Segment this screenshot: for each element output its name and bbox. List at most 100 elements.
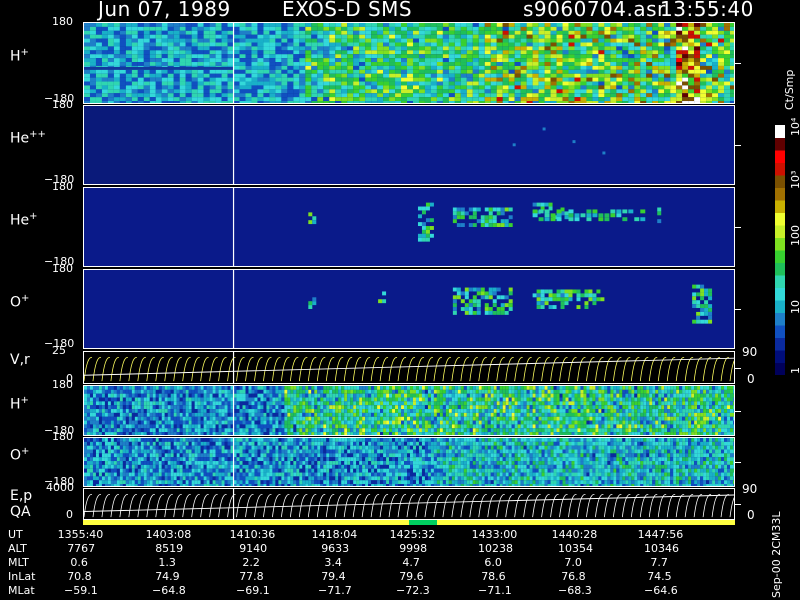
- pixel-cell: [92, 397, 96, 402]
- pixel-cell: [708, 315, 713, 320]
- pixel-cell: [371, 432, 375, 435]
- pixel-cell: [84, 97, 90, 102]
- pixel-cell: [536, 297, 541, 302]
- pixel-cell: [610, 416, 614, 421]
- pixel-cell: [227, 397, 231, 402]
- pixel-cell: [415, 397, 419, 402]
- pixel-cell: [89, 73, 96, 78]
- pixel-cell: [371, 409, 375, 413]
- pixel-cell: [532, 386, 536, 390]
- pixel-cell: [616, 81, 623, 86]
- pixel-cell: [239, 428, 243, 433]
- pixel-cell: [251, 23, 258, 27]
- pixel-cell: [344, 397, 348, 402]
- pixel-cell: [404, 397, 408, 402]
- pixel-cell: [275, 38, 282, 43]
- pixel-cell: [532, 416, 536, 421]
- pixel-cell: [335, 397, 339, 402]
- pixel-cell: [472, 299, 477, 304]
- pixel-cell: [227, 54, 234, 59]
- pixel-cell: [155, 26, 162, 31]
- pixel-cell: [173, 46, 180, 51]
- pixel-cell: [398, 405, 402, 410]
- pixel-cell: [484, 310, 489, 315]
- pixel-cell: [442, 401, 446, 406]
- pixel-cell: [460, 207, 465, 212]
- pixel-cell: [272, 401, 276, 406]
- pixel-cell: [580, 213, 586, 218]
- pixel-cell: [374, 386, 378, 390]
- pixel-cell: [290, 393, 294, 398]
- pixel-cell: [442, 50, 449, 55]
- pixel-cell: [371, 38, 378, 43]
- pixel-cell: [454, 424, 458, 429]
- pixel-cell: [706, 30, 713, 35]
- pixel-cell: [604, 389, 608, 394]
- pixel-cell: [412, 97, 419, 102]
- pixel-cell: [371, 69, 378, 74]
- pixel-cell: [586, 389, 590, 394]
- pixel-cell: [359, 405, 363, 410]
- pixel-cell: [562, 77, 569, 82]
- pixel-cell: [500, 211, 505, 216]
- pixel-cell: [526, 73, 533, 78]
- pixel-cell: [365, 416, 369, 421]
- pixel-cell: [84, 393, 87, 398]
- pixel-cell: [700, 65, 707, 70]
- pixel-cell: [544, 54, 551, 59]
- pixel-cell: [209, 424, 213, 429]
- pixel-cell: [131, 416, 135, 421]
- pixel-cell: [215, 432, 219, 435]
- pixel-cell: [161, 420, 165, 425]
- pixel-cell: [281, 73, 288, 78]
- pixel-cell: [418, 397, 422, 402]
- pixel-cell: [464, 310, 469, 315]
- pixel-cell: [245, 62, 252, 66]
- pixel-cell: [592, 293, 597, 298]
- pixel-cell: [508, 85, 515, 90]
- pixel-cell: [562, 409, 566, 413]
- pixel-cell: [311, 62, 318, 66]
- pixel-cell: [664, 30, 671, 35]
- pixel-cell: [281, 432, 285, 435]
- pixel-cell: [556, 386, 560, 390]
- pixel-cell: [84, 101, 90, 103]
- pixel-cell: [392, 412, 396, 417]
- pixel-cell: [263, 101, 270, 103]
- pixel-cell: [311, 73, 318, 78]
- pixel-cell: [251, 409, 255, 413]
- pixel-cell: [110, 405, 114, 410]
- pixel-cell: [484, 23, 491, 27]
- pixel-cell: [293, 401, 297, 406]
- pixel-cell: [95, 54, 102, 59]
- pixel-cell: [610, 46, 617, 51]
- pixel-cell: [380, 409, 384, 413]
- pixel-cell: [487, 409, 491, 413]
- pixel-cell: [101, 409, 105, 413]
- pixel-cell: [604, 101, 611, 103]
- pixel-cell: [170, 420, 174, 425]
- pixel-cell: [478, 89, 485, 94]
- pixel-cell: [508, 46, 515, 51]
- pixel-cell: [260, 401, 264, 406]
- pixel-cell: [517, 432, 521, 435]
- pixel-cell: [293, 420, 297, 425]
- pixel-cell: [592, 416, 596, 421]
- pixel-cell: [161, 42, 168, 47]
- pixel-cell: [263, 386, 267, 390]
- pixel-cell: [350, 412, 354, 417]
- pixel-cell: [472, 23, 479, 27]
- pixel-cell: [245, 409, 249, 413]
- pixel-cell: [329, 424, 333, 429]
- pixel-cell: [469, 428, 473, 433]
- pixel-cell: [520, 50, 527, 55]
- pixel-cell: [293, 30, 300, 35]
- pixel-cell: [143, 26, 150, 31]
- pixel-cell: [712, 65, 719, 70]
- pixel-cell: [215, 73, 222, 78]
- pixel-cell: [598, 401, 602, 406]
- pixel-cell: [185, 77, 192, 82]
- pixel-cell: [586, 432, 590, 435]
- pixel-cell: [329, 386, 333, 390]
- pixel-cell: [260, 386, 264, 390]
